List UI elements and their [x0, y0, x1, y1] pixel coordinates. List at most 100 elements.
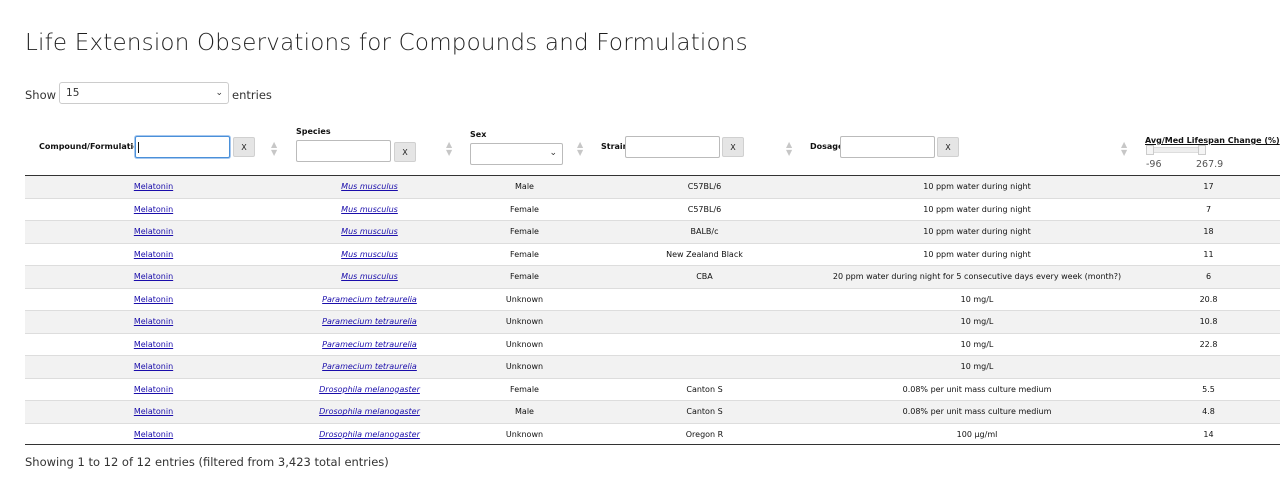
species-link[interactable]: Paramecium tetraurelia: [322, 362, 417, 371]
compound-cell: Melatonin: [25, 176, 282, 199]
species-link[interactable]: Mus musculus: [341, 272, 398, 281]
strain-cell: BALB/c: [592, 220, 817, 244]
strain-cell: CBA: [592, 265, 817, 289]
strain-cell: C57BL/6: [592, 198, 817, 221]
compound-link[interactable]: Melatonin: [134, 295, 173, 304]
strain-filter-input[interactable]: [625, 136, 720, 158]
length-control: Show 15 ⌄ entries: [25, 82, 272, 106]
species-link[interactable]: Paramecium tetraurelia: [322, 340, 417, 349]
compound-cell: Melatonin: [25, 333, 282, 356]
species-link[interactable]: Paramecium tetraurelia: [322, 317, 417, 326]
species-link[interactable]: Drosophila melanogaster: [319, 407, 420, 416]
sex-cell: Female: [457, 220, 592, 244]
compound-link[interactable]: Melatonin: [134, 362, 173, 371]
lifespan-cell: 5.5: [1137, 378, 1280, 401]
sex-cell: Male: [457, 176, 592, 199]
compound-cell: Melatonin: [25, 378, 282, 401]
lifespan-cell: 6: [1137, 265, 1280, 289]
dosage-cell: 0.08% per unit mass culture medium: [817, 378, 1137, 401]
species-link[interactable]: Paramecium tetraurelia: [322, 295, 417, 304]
table-row: Melatonin Paramecium tetraurelia Unknown 10…: [25, 310, 1280, 334]
dosage-cell: 10 ppm water during night: [817, 176, 1137, 199]
species-link[interactable]: Drosophila melanogaster: [319, 385, 420, 394]
strain-cell: Canton S: [592, 378, 817, 401]
lifespan-cell: 11: [1137, 243, 1280, 266]
sex-cell: Unknown: [457, 288, 592, 311]
compound-link[interactable]: Melatonin: [134, 272, 173, 281]
species-link[interactable]: Mus musculus: [341, 250, 398, 259]
strain-clear-button[interactable]: X: [722, 137, 744, 157]
compound-clear-button[interactable]: X: [233, 137, 255, 157]
strain-cell: Canton S: [592, 400, 817, 424]
range-max-handle[interactable]: [1198, 145, 1206, 155]
table-row: Melatonin Mus musculus Female CBA 20 ppm wat…: [25, 265, 1280, 289]
chevron-down-icon: ⌄: [549, 148, 557, 158]
lifespan-cell: 4.8: [1137, 400, 1280, 424]
strain-cell: Oregon R: [592, 423, 817, 445]
table-row: Melatonin Mus musculus Female New Zealand B…: [25, 243, 1280, 266]
compound-cell: Melatonin: [25, 220, 282, 244]
table-row: Melatonin Drosophila melanogaster Unknown O…: [25, 423, 1280, 445]
species-link[interactable]: Drosophila melanogaster: [319, 430, 420, 439]
species-cell: Paramecium tetraurelia: [282, 333, 457, 356]
compound-link[interactable]: Melatonin: [134, 430, 173, 439]
show-label: Show: [25, 88, 57, 102]
sort-icon[interactable]: ▲ ▼: [1121, 141, 1127, 157]
dosage-cell: 10 ppm water during night: [817, 243, 1137, 266]
table-row: Melatonin Mus musculus Female C57BL/6 10 ppm…: [25, 198, 1280, 221]
species-link[interactable]: Mus musculus: [341, 182, 398, 191]
species-link[interactable]: Mus musculus: [341, 227, 398, 236]
compound-link[interactable]: Melatonin: [134, 182, 173, 191]
entries-label: entries: [232, 88, 272, 102]
species-cell: Drosophila melanogaster: [282, 400, 457, 424]
sort-icon[interactable]: ▲ ▼: [271, 141, 277, 157]
species-cell: Mus musculus: [282, 243, 457, 266]
chevron-down-icon: ⌄: [215, 88, 224, 98]
column-header-dosage[interactable]: Dosage: [810, 142, 843, 151]
column-header-lifespan[interactable]: Avg/Med Lifespan Change (%): [1145, 136, 1280, 145]
dosage-cell: 20 ppm water during night for 5 consecut…: [817, 265, 1137, 289]
species-cell: Drosophila melanogaster: [282, 378, 457, 401]
dosage-cell: 0.08% per unit mass culture medium: [817, 400, 1137, 424]
dosage-clear-button[interactable]: X: [937, 137, 959, 157]
lifespan-cell: 18: [1137, 220, 1280, 244]
compound-link[interactable]: Melatonin: [134, 250, 173, 259]
dosage-filter-input[interactable]: [840, 136, 935, 158]
compound-link[interactable]: Melatonin: [134, 407, 173, 416]
range-min-handle[interactable]: [1146, 145, 1154, 155]
compound-link[interactable]: Melatonin: [134, 205, 173, 214]
sex-cell: Unknown: [457, 423, 592, 445]
column-header-compound[interactable]: Compound/Formulation: [39, 142, 144, 151]
sex-cell: Unknown: [457, 333, 592, 356]
strain-cell: [592, 333, 817, 356]
species-cell: Mus musculus: [282, 220, 457, 244]
sort-icon[interactable]: ▲ ▼: [446, 141, 452, 157]
compound-link[interactable]: Melatonin: [134, 385, 173, 394]
compound-cell: Melatonin: [25, 198, 282, 221]
lifespan-cell: 14: [1137, 423, 1280, 445]
column-header-sex[interactable]: Sex: [470, 130, 486, 139]
range-max-label: 267.9: [1196, 159, 1224, 170]
dosage-cell: 10 mg/L: [817, 288, 1137, 311]
compound-cell: Melatonin: [25, 265, 282, 289]
dosage-cell: 10 ppm water during night: [817, 198, 1137, 221]
dosage-cell: 100 µg/ml: [817, 423, 1137, 445]
compound-link[interactable]: Melatonin: [134, 317, 173, 326]
species-filter-input[interactable]: [296, 140, 391, 162]
species-link[interactable]: Mus musculus: [341, 205, 398, 214]
sex-cell: Female: [457, 378, 592, 401]
lifespan-range-slider[interactable]: [1146, 145, 1206, 155]
compound-link[interactable]: Melatonin: [134, 340, 173, 349]
compound-filter-input[interactable]: [135, 136, 230, 158]
column-header-species[interactable]: Species: [296, 127, 331, 136]
sort-icon[interactable]: ▲ ▼: [786, 141, 792, 157]
strain-cell: [592, 310, 817, 334]
sex-filter-select[interactable]: ⌄: [470, 143, 563, 165]
sort-icon[interactable]: ▲ ▼: [577, 141, 583, 157]
lifespan-cell: 17: [1137, 176, 1280, 199]
strain-cell: [592, 288, 817, 311]
dosage-cell: 10 ppm water during night: [817, 220, 1137, 244]
entries-per-page-select[interactable]: 15 ⌄: [59, 82, 230, 104]
species-clear-button[interactable]: X: [394, 142, 416, 162]
compound-link[interactable]: Melatonin: [134, 227, 173, 236]
